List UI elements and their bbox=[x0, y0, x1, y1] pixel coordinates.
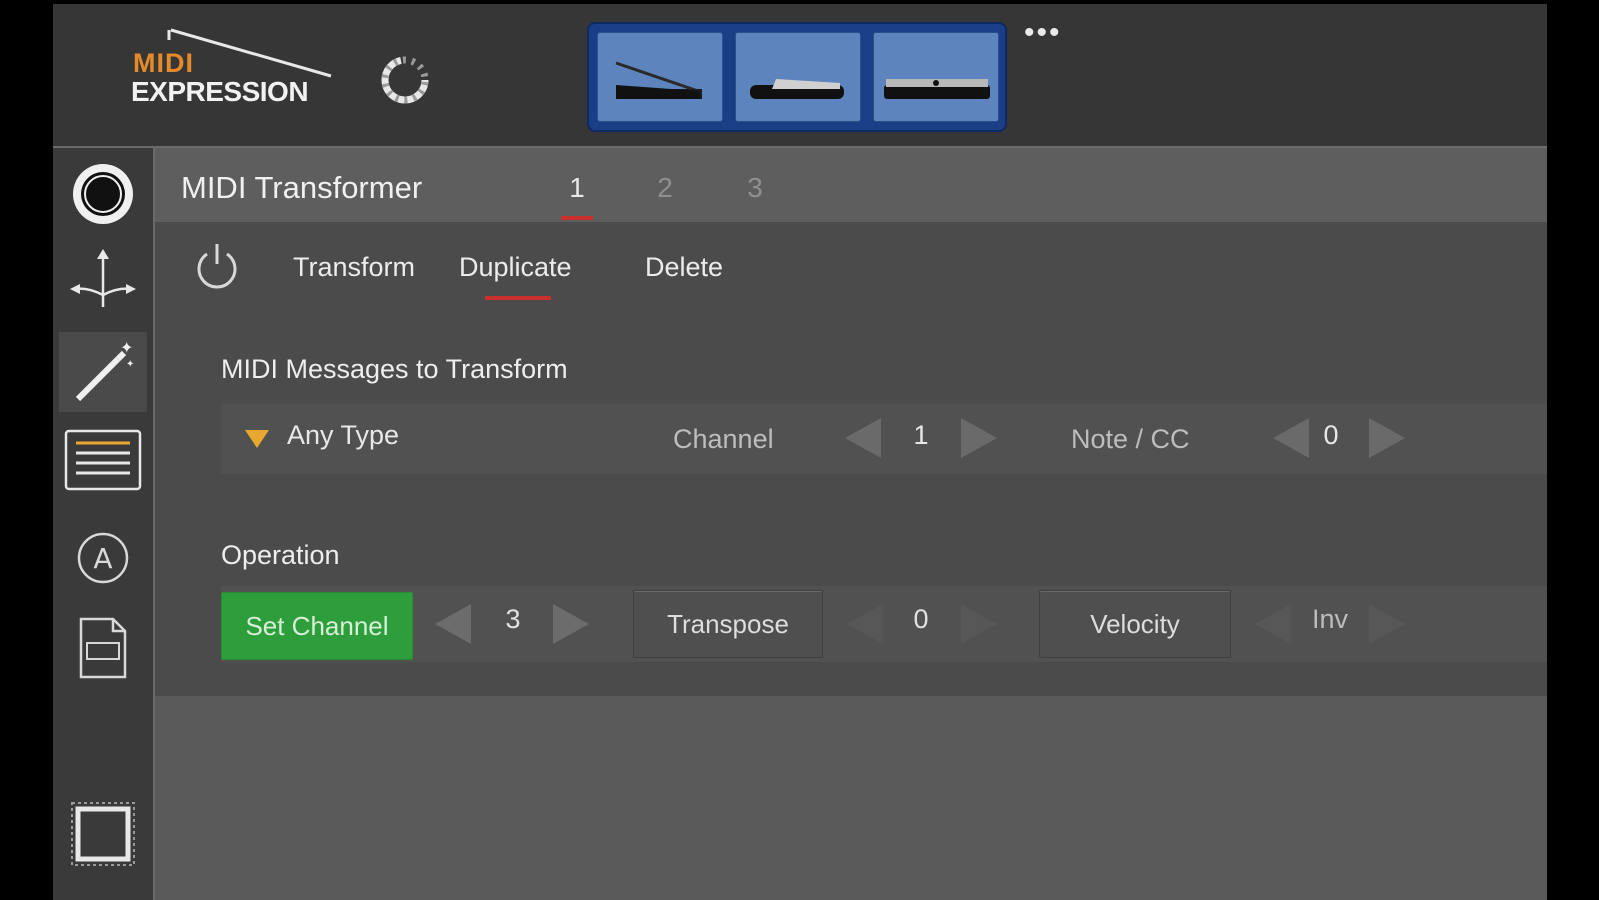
logo-text-midi: MIDI bbox=[133, 48, 194, 78]
transpose-increment-arrow[interactable] bbox=[961, 604, 997, 644]
velocity-decrement-arrow[interactable] bbox=[1255, 604, 1291, 644]
channel-value: 1 bbox=[913, 420, 929, 450]
transpose-value: 0 bbox=[913, 604, 929, 634]
main-content: MIDI Transformer 1 2 3 Transform Duplica… bbox=[155, 148, 1547, 900]
channel-increment-arrow[interactable] bbox=[961, 418, 997, 458]
sidebar-item-transformer[interactable]: ✦ ✦ bbox=[59, 332, 147, 412]
logo-text-expression: EXPRESSION bbox=[131, 76, 309, 107]
more-options-button[interactable]: ••• bbox=[1024, 18, 1062, 48]
tab-1[interactable]: 1 bbox=[557, 172, 597, 220]
sidebar-item-log[interactable] bbox=[59, 420, 147, 500]
messages-section-label: MIDI Messages to Transform bbox=[221, 354, 568, 384]
channel-label: Channel bbox=[673, 424, 774, 454]
app-window: MIDI EXPRESSION ••• ✦ ✦ A MIDI Transform… bbox=[53, 4, 1547, 900]
set-channel-value: 3 bbox=[505, 604, 521, 634]
duplicate-button[interactable]: Duplicate bbox=[459, 252, 572, 300]
pdf-document-icon bbox=[79, 617, 127, 679]
set-channel-button[interactable]: Set Channel bbox=[221, 592, 413, 660]
sidebar-item-manual[interactable] bbox=[59, 608, 147, 688]
transpose-button[interactable]: Transpose bbox=[633, 590, 823, 658]
midi-expression-logo: MIDI EXPRESSION bbox=[131, 24, 341, 114]
pedal-sustain-button[interactable] bbox=[735, 32, 861, 122]
pedal-selector bbox=[587, 22, 1007, 132]
note-decrement-arrow[interactable] bbox=[1273, 418, 1309, 458]
refresh-spinner-icon[interactable] bbox=[379, 54, 431, 106]
sidebar-item-record[interactable] bbox=[59, 154, 147, 234]
record-circle-icon bbox=[73, 164, 133, 224]
power-toggle[interactable] bbox=[191, 240, 243, 292]
message-type-select[interactable]: Any Type bbox=[287, 420, 399, 451]
velocity-button[interactable]: Velocity bbox=[1039, 590, 1231, 658]
transform-button[interactable]: Transform bbox=[293, 252, 415, 283]
note-cc-label: Note / CC bbox=[1071, 424, 1190, 454]
power-icon bbox=[197, 244, 237, 289]
transpose-decrement-arrow[interactable] bbox=[847, 604, 883, 644]
sustain-pedal-icon bbox=[750, 79, 844, 99]
circle-a-icon: A bbox=[77, 532, 129, 584]
svg-text:✦: ✦ bbox=[126, 359, 134, 370]
set-channel-increment-arrow[interactable] bbox=[553, 604, 589, 644]
svg-text:A: A bbox=[93, 542, 112, 575]
title-bar: MIDI Transformer 1 2 3 bbox=[155, 148, 1547, 222]
velocity-increment-arrow[interactable] bbox=[1369, 604, 1405, 644]
operation-section-label: Operation bbox=[221, 540, 340, 570]
switch-pedal-icon bbox=[884, 79, 990, 99]
split-arrows-icon bbox=[70, 249, 136, 307]
transformer-panel: Transform Duplicate Delete MIDI Messages… bbox=[155, 222, 1547, 696]
tab-3[interactable]: 3 bbox=[735, 172, 775, 204]
operation-row: Set Channel 3 Transpose 0 Velocity Inv bbox=[221, 586, 1547, 662]
tab-2[interactable]: 2 bbox=[645, 172, 685, 204]
note-increment-arrow[interactable] bbox=[1369, 418, 1405, 458]
note-value: 0 bbox=[1323, 420, 1339, 450]
sidebar-item-routing[interactable] bbox=[59, 240, 147, 320]
expression-pedal-icon bbox=[615, 61, 702, 99]
list-icon bbox=[64, 429, 142, 491]
messages-filter-row: Any Type Channel 1 Note / CC 0 bbox=[221, 404, 1547, 474]
sidebar-item-automation[interactable]: A bbox=[59, 518, 147, 598]
app-header: MIDI EXPRESSION ••• bbox=[53, 4, 1547, 148]
pedal-switch-button[interactable] bbox=[873, 32, 999, 122]
page-title: MIDI Transformer bbox=[181, 170, 423, 205]
dropdown-triangle-icon[interactable] bbox=[245, 430, 269, 448]
channel-decrement-arrow[interactable] bbox=[845, 418, 881, 458]
velocity-value: Inv bbox=[1311, 604, 1349, 634]
chip-icon bbox=[71, 802, 135, 866]
magic-wand-icon: ✦ ✦ bbox=[75, 338, 134, 402]
delete-button[interactable]: Delete bbox=[645, 252, 723, 283]
svg-text:✦: ✦ bbox=[120, 338, 133, 357]
sidebar-item-device[interactable] bbox=[59, 794, 147, 874]
set-channel-decrement-arrow[interactable] bbox=[435, 604, 471, 644]
sidebar: ✦ ✦ A bbox=[53, 148, 155, 900]
pedal-expression-button[interactable] bbox=[597, 32, 723, 122]
